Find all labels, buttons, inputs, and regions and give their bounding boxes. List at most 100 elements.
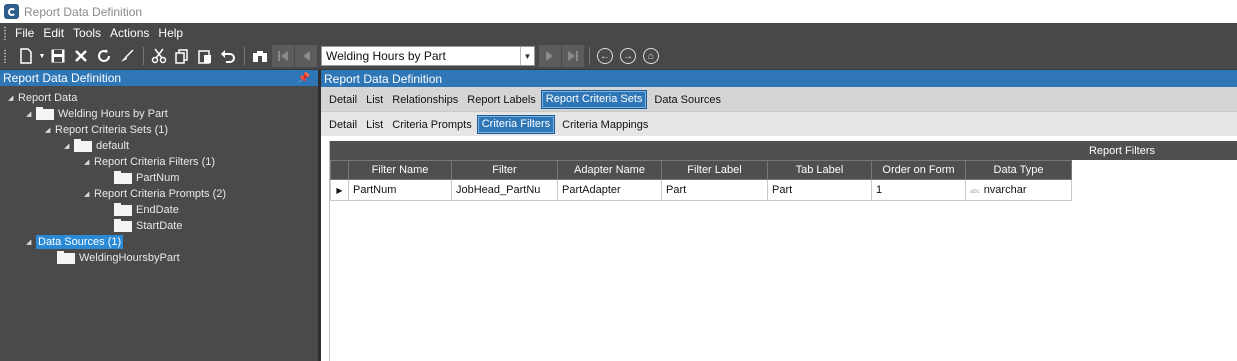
column-header-filter-name[interactable]: Filter Name [348,160,452,180]
tab-report-labels[interactable]: Report Labels [463,91,541,111]
folder-icon [114,218,132,232]
menu-tools[interactable]: Tools [73,26,101,40]
grid-corner [330,160,349,180]
column-header-adapter-name[interactable]: Adapter Name [557,160,662,180]
menu-help[interactable]: Help [158,26,183,40]
search-binoculars-icon[interactable] [249,45,271,67]
toolbar-separator [589,47,590,65]
row-selector-arrow-icon[interactable]: ▶ [330,179,349,201]
filters-table: Filter Name Filter Adapter Name Filter L… [330,160,1072,201]
toolbar-separator [244,47,245,65]
detail-panel: Report Data Definition Detail List Relat… [321,70,1237,361]
column-header-filter[interactable]: Filter [451,160,558,180]
record-selector-combo[interactable]: Welding Hours by Part ▼ [321,46,535,66]
toolbar: ▼ Welding Hours by Part ▼ ← → ⌂ [0,43,1237,69]
copy-icon[interactable] [171,45,193,67]
record-selector-value: Welding Hours by Part [326,49,446,63]
menu-edit[interactable]: Edit [43,26,64,40]
secondary-tab-strip: Detail List Criteria Prompts Criteria Fi… [321,111,1237,136]
menu-bar: File Edit Tools Actions Help [0,23,1237,43]
tab-list[interactable]: List [362,91,388,111]
menu-actions[interactable]: Actions [110,26,149,40]
subtab-criteria-filters[interactable]: Criteria Filters [476,115,556,134]
toolbar-grip-icon[interactable] [3,49,7,63]
tree-node-startdate[interactable]: StartDate [114,218,182,234]
detail-panel-header: Report Data Definition [321,70,1237,87]
subtab-criteria-mappings[interactable]: Criteria Mappings [558,116,653,136]
grip-handle-icon[interactable] [3,26,7,40]
expanded-caret-icon[interactable]: ◢ [26,110,36,118]
subtab-list[interactable]: List [362,116,388,136]
tree-node-enddate[interactable]: EndDate [114,202,179,218]
refresh-icon[interactable] [93,45,115,67]
tab-detail[interactable]: Detail [325,91,362,111]
folder-icon [57,250,75,264]
paste-icon[interactable] [194,45,216,67]
tree-node-default[interactable]: ◢ default [64,138,129,154]
tree-panel-header: Report Data Definition 📌 [0,70,318,86]
home-icon[interactable]: ⌂ [640,45,662,67]
expanded-caret-icon[interactable]: ◢ [64,142,74,150]
folder-icon [114,202,132,216]
tree-node-weldinghoursbypart[interactable]: WeldingHoursbyPart [57,250,180,266]
tree-panel: Report Data Definition 📌 ◢ Report Data ◢… [0,70,318,361]
report-filters-grid: Report Filters Filter Name Filter Adapte… [329,141,1237,361]
tree-node-criteria-sets[interactable]: ◢ Report Criteria Sets (1) [45,122,168,138]
cell-order-on-form[interactable]: 1 [871,179,966,201]
new-icon[interactable] [15,45,37,67]
new-dropdown-icon[interactable]: ▼ [38,45,46,67]
tree-node-data-sources[interactable]: ◢ Data Sources (1) [26,234,124,250]
detail-panel-title: Report Data Definition [324,71,443,86]
subtab-detail[interactable]: Detail [325,116,362,136]
tab-data-sources[interactable]: Data Sources [650,91,726,111]
tree-node-criteria-prompts[interactable]: ◢ Report Criteria Prompts (2) [84,186,226,202]
expanded-caret-icon[interactable]: ◢ [45,126,55,134]
next-record-icon[interactable] [539,45,561,67]
tree-node-welding-hours[interactable]: ◢ Welding Hours by Part [26,106,168,122]
tree-node-partnum[interactable]: PartNum [114,170,179,186]
app-logo-icon [4,4,19,19]
column-header-order-on-form[interactable]: Order on Form [871,160,966,180]
cell-data-type-value: nvarchar [983,184,1027,196]
window-title: Report Data Definition [24,4,143,19]
first-record-icon[interactable] [272,45,294,67]
tree-node-report-data[interactable]: ◢ Report Data [8,90,77,106]
column-header-data-type[interactable]: Data Type [965,160,1072,180]
save-icon[interactable] [47,45,69,67]
back-arrow-icon[interactable]: ← [594,45,616,67]
expanded-caret-icon[interactable]: ◢ [8,94,18,102]
chevron-down-icon[interactable]: ▼ [520,47,534,65]
undo-icon[interactable] [217,45,239,67]
tree-node-criteria-filters[interactable]: ◢ Report Criteria Filters (1) [84,154,215,170]
cell-filter-label[interactable]: Part [661,179,768,201]
pin-icon[interactable]: 📌 [298,73,310,84]
text-type-icon: abc [970,189,980,195]
cut-icon[interactable] [148,45,170,67]
cell-adapter-name[interactable]: PartAdapter [557,179,662,201]
cell-tab-label[interactable]: Part [767,179,872,201]
previous-record-icon[interactable] [295,45,317,67]
expanded-caret-icon[interactable]: ◢ [84,158,94,166]
clear-broom-icon[interactable] [116,45,138,67]
tab-report-criteria-sets[interactable]: Report Criteria Sets [540,90,648,109]
delete-icon[interactable] [70,45,92,67]
grid-title: Report Filters [330,141,1237,160]
cell-filter-name[interactable]: PartNum [348,179,452,201]
expanded-caret-icon[interactable]: ◢ [26,238,36,246]
folder-icon [114,170,132,184]
table-row[interactable]: ▶ PartNum JobHead_PartNu PartAdapter Par… [330,179,1072,201]
cell-filter[interactable]: JobHead_PartNu [451,179,558,201]
cell-data-type[interactable]: abc nvarchar [965,179,1072,201]
toolbar-separator [143,47,144,65]
subtab-criteria-prompts[interactable]: Criteria Prompts [388,116,476,136]
column-header-filter-label[interactable]: Filter Label [661,160,768,180]
last-record-icon[interactable] [562,45,584,67]
tab-relationships[interactable]: Relationships [388,91,463,111]
column-header-tab-label[interactable]: Tab Label [767,160,872,180]
forward-arrow-icon[interactable]: → [617,45,639,67]
primary-tab-strip: Detail List Relationships Report Labels … [321,87,1237,111]
title-bar: Report Data Definition [0,0,1237,23]
menu-file[interactable]: File [15,26,34,40]
expanded-caret-icon[interactable]: ◢ [84,190,94,198]
folder-icon [74,138,92,152]
